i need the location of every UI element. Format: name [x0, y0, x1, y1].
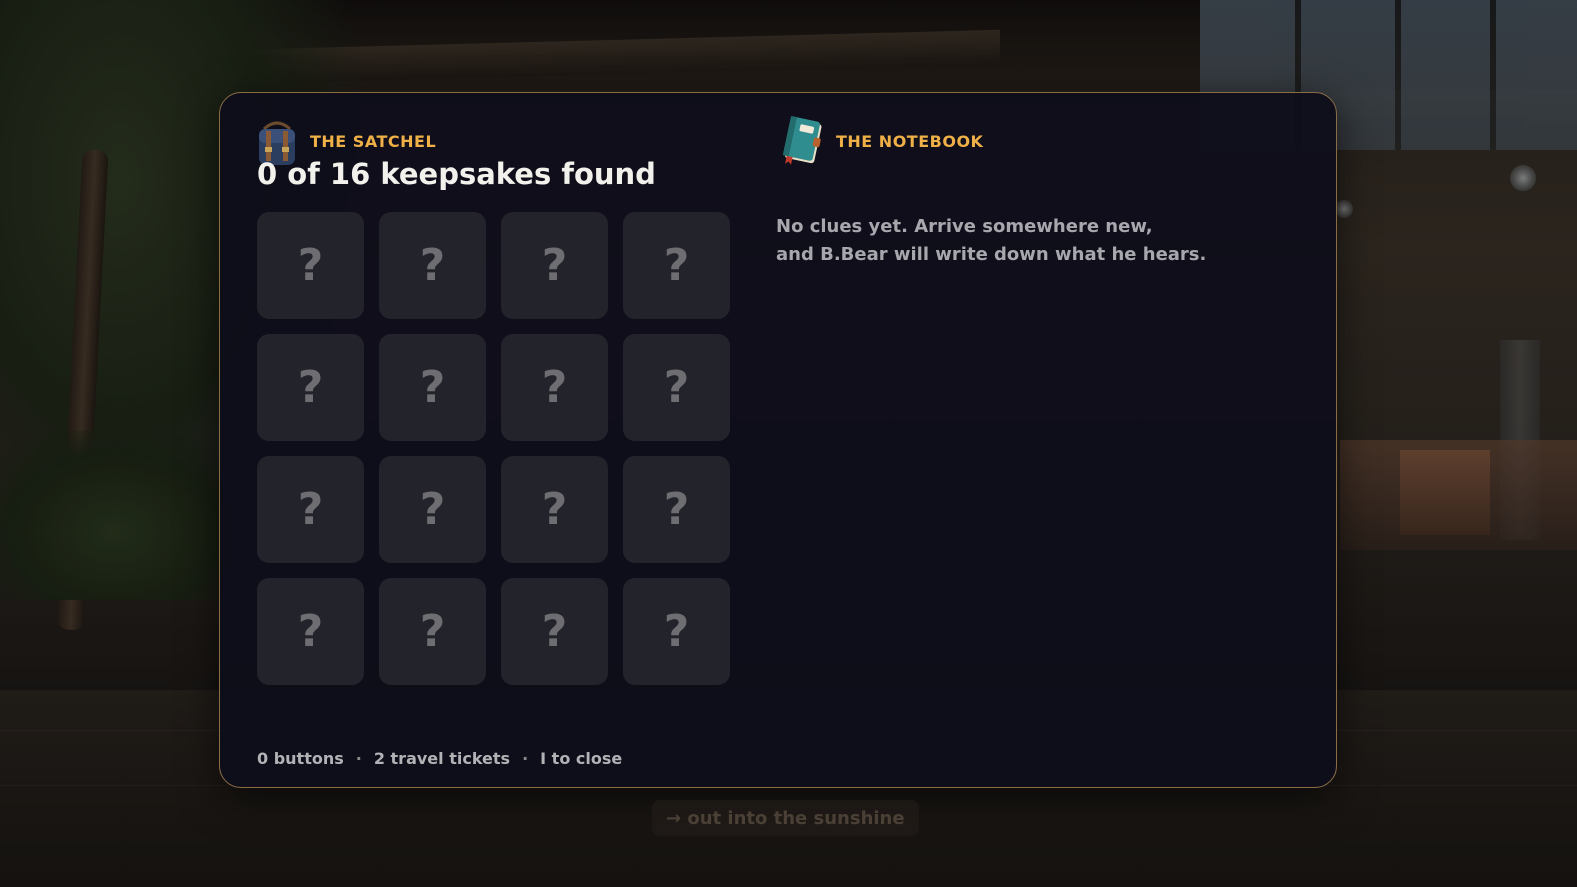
unknown-mark: ? [663, 605, 690, 657]
clue-line: and B.Bear will write down what he hears… [776, 244, 1207, 265]
keepsake-slot[interactable]: ? [623, 212, 730, 319]
unknown-mark: ? [663, 361, 690, 413]
separator: · [355, 749, 362, 768]
unknown-mark: ? [419, 605, 446, 657]
clue-line: No clues yet. Arrive somewhere new, [776, 216, 1153, 237]
notebook-clues: No clues yet. Arrive somewhere new, and … [776, 213, 1256, 269]
close-hint: I to close [540, 749, 623, 768]
keepsake-slot[interactable]: ? [257, 212, 364, 319]
unknown-mark: ? [541, 239, 568, 291]
separator: · [522, 749, 529, 768]
keepsake-slot[interactable]: ? [379, 212, 486, 319]
satchel-section: THE SATCHEL 0 of 16 keepsakes found ? ? … [256, 115, 736, 685]
keepsake-slot[interactable]: ? [501, 334, 608, 441]
unknown-mark: ? [297, 483, 324, 535]
notebook-label: THE NOTEBOOK [836, 131, 984, 151]
keepsake-slot[interactable]: ? [623, 578, 730, 685]
keepsake-slot[interactable]: ? [379, 456, 486, 563]
tickets-count: 2 travel tickets [373, 749, 511, 768]
unknown-mark: ? [541, 605, 568, 657]
unknown-mark: ? [541, 361, 568, 413]
keepsake-slot[interactable]: ? [623, 334, 730, 441]
notebook-section: THE NOTEBOOK No clues yet. Arrive somewh… [776, 115, 1296, 265]
unknown-mark: ? [297, 239, 324, 291]
keepsake-slot[interactable]: ? [257, 578, 364, 685]
unknown-mark: ? [419, 361, 446, 413]
keepsake-grid: ? ? ? ? ? ? ? ? ? ? ? ? ? ? ? ? [257, 212, 730, 685]
inventory-footer: 0 buttons · 2 travel tickets · I to clos… [257, 749, 622, 768]
notebook-header: THE NOTEBOOK [776, 115, 1296, 169]
unknown-mark: ? [419, 483, 446, 535]
keepsake-slot[interactable]: ? [257, 334, 364, 441]
satchel-label: THE SATCHEL [310, 131, 437, 151]
unknown-mark: ? [541, 483, 568, 535]
inventory-panel: THE SATCHEL 0 of 16 keepsakes found ? ? … [219, 92, 1337, 788]
unknown-mark: ? [663, 483, 690, 535]
buttons-count: 0 buttons [257, 749, 344, 768]
unknown-mark: ? [297, 361, 324, 413]
notebook-icon [782, 115, 822, 165]
exit-button[interactable]: → out into the sunshine [652, 800, 919, 836]
keepsake-slot[interactable]: ? [501, 578, 608, 685]
unknown-mark: ? [419, 239, 446, 291]
keepsake-slot[interactable]: ? [257, 456, 364, 563]
unknown-mark: ? [663, 239, 690, 291]
keepsake-slot[interactable]: ? [501, 456, 608, 563]
unknown-mark: ? [297, 605, 324, 657]
keepsakes-count: 0 of 16 keepsakes found [257, 157, 656, 191]
keepsake-slot[interactable]: ? [379, 334, 486, 441]
keepsake-slot[interactable]: ? [379, 578, 486, 685]
keepsake-slot[interactable]: ? [501, 212, 608, 319]
keepsake-slot[interactable]: ? [623, 456, 730, 563]
